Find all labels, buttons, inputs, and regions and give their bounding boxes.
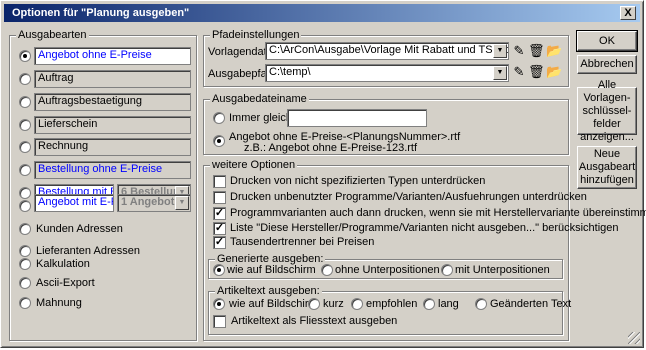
dialog-window: Optionen für "Planung ausgeben" X Ausgab… bbox=[0, 0, 646, 348]
trash-icon[interactable]: 🗑 bbox=[528, 43, 545, 59]
show-template-keys-button[interactable]: Alle Vorlagen- schlüssel- felder anzeige… bbox=[577, 79, 637, 143]
add-output-type-button[interactable]: Neue Ausgabeart hinzufügen bbox=[577, 146, 637, 189]
field-rechnung[interactable]: Rechnung bbox=[34, 138, 191, 156]
ausgabe-label: Ausgabepfad bbox=[208, 68, 273, 80]
checkbox-option-label-2: Drucken unbenutzter Programme/Varianten/… bbox=[230, 191, 587, 203]
weitere-label: weitere Optionen bbox=[210, 158, 298, 172]
checkbox-option-label-3: Programmvarianten auch dann drucken, wen… bbox=[230, 207, 646, 219]
radio-generiert-ohne[interactable] bbox=[321, 264, 333, 276]
radio-rechnung[interactable] bbox=[19, 141, 31, 153]
ok-button[interactable]: OK bbox=[576, 30, 638, 52]
field-bestellung-ohne[interactable]: Bestellung ohne E-Preise bbox=[34, 161, 191, 179]
radio-bestellung-ohne[interactable] bbox=[19, 164, 31, 176]
checkbox-option-1[interactable] bbox=[213, 175, 226, 188]
immer-gleich-input[interactable] bbox=[287, 109, 427, 127]
trash-icon[interactable]: 🗑 bbox=[528, 64, 545, 80]
checkbox-option-label-4: Liste "Diese Hersteller/Programme/Varian… bbox=[230, 222, 619, 234]
checkbox-fliesstext[interactable] bbox=[213, 315, 226, 328]
auto-name-line2: z.B.: Angebot ohne E-Preise-123.rtf bbox=[244, 142, 418, 154]
field-lieferschein[interactable]: Lieferschein bbox=[34, 116, 191, 134]
radio-generiert-mit[interactable] bbox=[441, 264, 453, 276]
close-button[interactable]: X bbox=[620, 6, 636, 20]
checkbox-option-4[interactable]: ✓ bbox=[213, 222, 226, 235]
radio-mahnung[interactable] bbox=[19, 297, 31, 309]
radio-kalkulation[interactable] bbox=[19, 258, 31, 270]
vorlage-value: C:\ArCon\Ausgabe\Vorlage Mit Rabatt und … bbox=[269, 44, 508, 56]
vorlage-select[interactable]: C:\ArCon\Ausgabe\Vorlage Mit Rabatt und … bbox=[265, 42, 509, 60]
edit-icon[interactable]: ✎ bbox=[511, 43, 527, 59]
radio-lieferschein[interactable] bbox=[19, 119, 31, 131]
generiert-opt-2: ohne Unterpositionen bbox=[335, 264, 440, 276]
dateiname-label: Ausgabedateiname bbox=[210, 92, 309, 106]
radio-immer-gleich[interactable] bbox=[213, 112, 225, 124]
field-angebot-ohne[interactable]: Angebot ohne E-Preise bbox=[34, 47, 191, 65]
fliesstext-label: Artikeltext als Fliesstext ausgeben bbox=[231, 315, 398, 327]
open-folder-icon[interactable]: 📂 bbox=[546, 64, 562, 80]
chevron-down-icon[interactable]: ▼ bbox=[493, 44, 507, 58]
field-auftrag[interactable]: Auftrag bbox=[34, 70, 191, 88]
ausgabearten-label: Ausgabearten bbox=[16, 28, 89, 42]
field-auftragsbestaetigung[interactable]: Auftragsbestaetigung bbox=[34, 93, 191, 111]
checkbox-option-label-5: Tausendertrenner bei Preisen bbox=[230, 236, 375, 248]
label-ascii: Ascii-Export bbox=[36, 277, 95, 289]
generiert-opt-3: mit Unterpositionen bbox=[455, 264, 550, 276]
label-kalkulation: Kalkulation bbox=[36, 258, 90, 270]
edit-icon[interactable]: ✎ bbox=[511, 64, 527, 80]
ausgabepfad-value: C:\temp\ bbox=[269, 66, 311, 78]
radio-auto-name[interactable] bbox=[213, 135, 225, 147]
radio-artikel-lang[interactable] bbox=[423, 298, 435, 310]
radio-kunden[interactable] bbox=[19, 223, 31, 235]
label-mahnung: Mahnung bbox=[36, 297, 82, 309]
immer-gleich-label: Immer gleich bbox=[229, 112, 292, 124]
artikel-opt-1: wie auf Bildschirm bbox=[229, 298, 318, 310]
radio-artikel-bildschirm[interactable] bbox=[213, 298, 225, 310]
artikel-opt-2: kurz bbox=[323, 298, 344, 310]
label-lieferanten: Lieferanten Adressen bbox=[36, 245, 140, 257]
title-bar: Optionen für "Planung ausgeben" X bbox=[4, 4, 640, 22]
combo-angebot[interactable]: 1 Angebot ▼ bbox=[117, 194, 191, 212]
combo-angebot-value: 1 Angebot bbox=[121, 196, 175, 208]
radio-angebot-mit[interactable] bbox=[19, 200, 31, 212]
artikel-opt-5: Geänderten Text bbox=[490, 298, 572, 310]
artikel-opt-3: empfohlen bbox=[366, 298, 418, 310]
label-kunden: Kunden Adressen bbox=[36, 223, 123, 235]
artikel-opt-4: lang bbox=[438, 298, 459, 310]
radio-artikel-geaendert[interactable] bbox=[475, 298, 487, 310]
checkbox-option-5[interactable]: ✓ bbox=[213, 236, 226, 249]
add-output-type-label: Neue Ausgabeart hinzufügen bbox=[578, 148, 636, 186]
ausgabepfad-select[interactable]: C:\temp\ ▼ bbox=[265, 64, 509, 82]
radio-ascii[interactable] bbox=[19, 277, 31, 289]
generiert-opt-1: wie auf Bildschirm bbox=[227, 264, 316, 276]
radio-generiert-bildschirm[interactable] bbox=[213, 264, 225, 276]
resize-grip[interactable] bbox=[628, 332, 640, 344]
radio-auftragsbestaetigung[interactable] bbox=[19, 96, 31, 108]
radio-angebot-ohne[interactable] bbox=[19, 50, 31, 62]
field-angebot-mit[interactable]: Angebot mit E-Preise bbox=[34, 194, 114, 212]
open-folder-icon[interactable]: 📂 bbox=[546, 43, 562, 59]
artikeltext-label: Artikeltext ausgeben: bbox=[215, 284, 322, 298]
window-title: Optionen für "Planung ausgeben" bbox=[12, 7, 190, 19]
checkbox-option-3[interactable]: ✓ bbox=[213, 207, 226, 220]
checkbox-option-2[interactable] bbox=[213, 191, 226, 204]
chevron-down-icon[interactable]: ▼ bbox=[175, 196, 189, 210]
cancel-button[interactable]: Abbrechen bbox=[577, 55, 637, 74]
radio-artikel-kurz[interactable] bbox=[308, 298, 320, 310]
radio-artikel-empfohlen[interactable] bbox=[351, 298, 363, 310]
show-template-keys-label: Alle Vorlagen- schlüssel- felder anzeige… bbox=[580, 78, 634, 143]
pfad-label: Pfadeinstellungen bbox=[210, 28, 302, 42]
radio-lieferanten[interactable] bbox=[19, 245, 31, 257]
radio-bestellung-mit[interactable] bbox=[19, 187, 31, 199]
checkbox-option-label-1: Drucken von nicht spezifizierten Typen u… bbox=[230, 175, 486, 187]
radio-auftrag[interactable] bbox=[19, 73, 31, 85]
chevron-down-icon[interactable]: ▼ bbox=[493, 66, 507, 80]
